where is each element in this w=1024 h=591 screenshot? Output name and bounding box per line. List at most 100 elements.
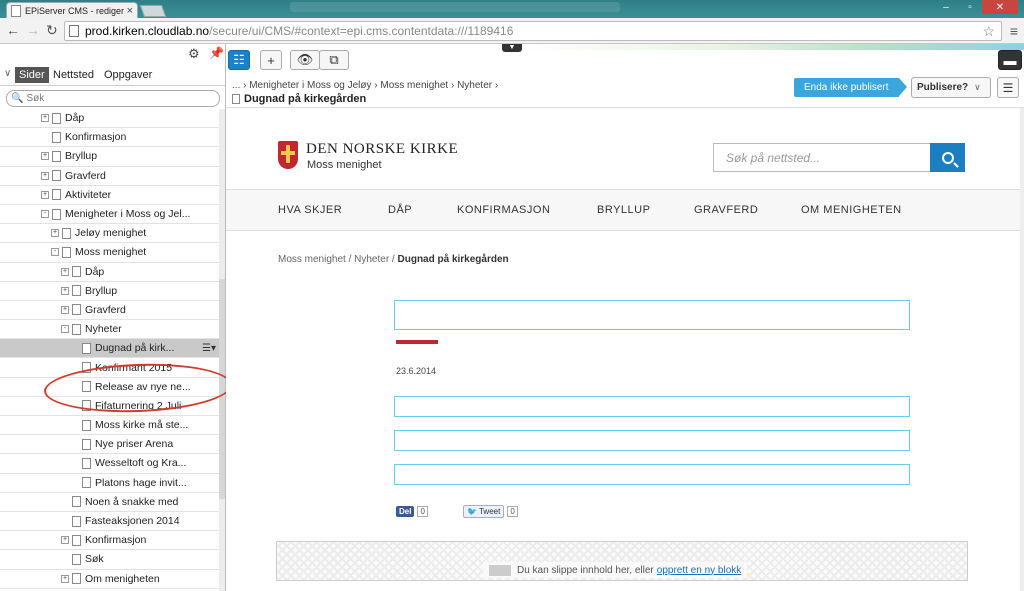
heading-edit-field[interactable]	[394, 300, 910, 330]
minimize-icon[interactable]: –	[934, 0, 958, 14]
collapse-icon[interactable]: -	[41, 210, 49, 219]
facebook-count: 0	[417, 505, 428, 517]
gear-icon[interactable]: ⚙	[188, 46, 200, 62]
nav-bryllup[interactable]: BRYLLUP	[597, 204, 650, 216]
site-breadcrumb-path[interactable]: Moss menighet / Nyheter /	[278, 254, 398, 265]
expand-icon[interactable]: +	[61, 305, 69, 314]
tab-oppgaver[interactable]: Oppgaver	[100, 67, 156, 83]
collapse-chevron-icon[interactable]: ∨	[4, 68, 11, 79]
browser-menu-icon[interactable]: ≡	[1010, 23, 1018, 39]
assets-panel-button[interactable]: ▬	[998, 50, 1022, 70]
expand-icon[interactable]: +	[61, 286, 69, 295]
forward-icon[interactable]: →	[26, 22, 40, 38]
content-dropzone[interactable]: Du kan slippe innhold her, eller opprett…	[276, 541, 968, 581]
publish-button[interactable]: Publisere? ∨	[911, 77, 991, 98]
tree-item[interactable]: + Jeløy menighet	[0, 224, 220, 244]
tree-item[interactable]: - Moss menighet	[0, 243, 220, 263]
nav-gravferd[interactable]: GRAVFERD	[694, 204, 758, 216]
reload-icon[interactable]: ↻	[46, 22, 58, 39]
tree-item[interactable]: + Aktiviteter	[0, 186, 220, 205]
tree-item[interactable]: Dugnad på kirk... ☰▾	[0, 339, 220, 359]
tweet-button[interactable]: 🐦 Tweet	[463, 504, 505, 518]
add-button[interactable]: +	[260, 50, 282, 70]
tree-item[interactable]: Konfirmant 2015	[0, 358, 220, 378]
chevron-down-icon: ∨	[974, 82, 981, 92]
list-view-button[interactable]: ☰	[997, 77, 1019, 98]
browser-tab[interactable]: EPiServer CMS - rediger ×	[6, 2, 138, 19]
context-menu-icon[interactable]: ☰▾	[202, 343, 216, 354]
expand-icon[interactable]: +	[41, 190, 49, 199]
maximize-icon[interactable]: ▫	[958, 0, 982, 14]
tree-item[interactable]: Noen å snakke med	[0, 493, 220, 512]
expand-icon[interactable]: +	[61, 574, 69, 583]
expand-icon[interactable]: +	[51, 229, 59, 238]
tweet-share[interactable]: 🐦 Tweet 0	[463, 504, 518, 518]
global-menu-toggle[interactable]: ▼	[502, 44, 522, 52]
page-icon	[69, 25, 79, 37]
compare-button[interactable]: ⧉	[319, 50, 349, 70]
expand-icon[interactable]: +	[61, 536, 69, 545]
preview-scrollbar[interactable]	[1020, 108, 1024, 591]
collapse-icon[interactable]: -	[61, 325, 69, 334]
tree-scrollbar[interactable]	[219, 109, 225, 591]
tree-item[interactable]: + Bryllup	[0, 282, 220, 301]
page-icon	[82, 400, 91, 412]
scrollbar-thumb[interactable]	[219, 279, 225, 499]
edit-field-2[interactable]	[394, 430, 910, 451]
tree-item[interactable]: - Nyheter	[0, 320, 220, 340]
url-field[interactable]: prod.kirken.cloudlab.no /secure/ui/CMS/#…	[64, 21, 1002, 41]
page-tree-toggle-button[interactable]: ☷	[228, 50, 250, 70]
new-tab-button[interactable]	[139, 5, 167, 17]
preview-eye-button[interactable]: 👁	[290, 50, 320, 70]
collapse-icon[interactable]: -	[51, 248, 59, 257]
site-search-button[interactable]	[930, 143, 965, 172]
church-logo-icon	[278, 141, 298, 169]
nav-dap[interactable]: DÅP	[388, 204, 412, 216]
pin-icon[interactable]: 📌	[209, 46, 224, 60]
expand-icon[interactable]: +	[41, 152, 49, 161]
tree-item[interactable]: + Gravferd	[0, 301, 220, 321]
drag-drop-icon	[489, 564, 511, 576]
create-block-link[interactable]: opprett en ny blokk	[657, 565, 742, 576]
tree-item[interactable]: Konfirmasjon	[0, 128, 220, 148]
edit-field-3[interactable]	[394, 464, 910, 485]
tree-item[interactable]: + Bryllup	[0, 147, 220, 167]
edit-field-1[interactable]	[394, 396, 910, 417]
site-search-input[interactable]: Søk på nettsted...	[713, 143, 931, 172]
back-icon[interactable]: ←	[6, 22, 20, 38]
tree-item[interactable]: + Dåp	[0, 109, 220, 129]
close-window-icon[interactable]: ✕	[982, 0, 1018, 14]
tree-item[interactable]: Wesseltoft og Kra...	[0, 454, 220, 474]
tree-item[interactable]: + Gravferd	[0, 167, 220, 186]
tree-item-label: Bryllup	[85, 284, 118, 297]
tree-item[interactable]: + Om menigheten	[0, 570, 220, 589]
breadcrumb[interactable]: ... › Menigheter i Moss og Jeløy › Moss …	[232, 80, 498, 91]
tree-item[interactable]: + Konfirmasjon	[0, 531, 220, 551]
tree-item[interactable]: Moss kirke må ste...	[0, 416, 220, 436]
nav-om-menigheten[interactable]: OM MENIGHETEN	[801, 204, 902, 216]
tree-item[interactable]: Platons hage invit...	[0, 474, 220, 493]
tree-item-label: Konfirmasjon	[65, 131, 127, 144]
expand-icon[interactable]: +	[41, 114, 49, 123]
tree-item[interactable]: Fasteaksjonen 2014	[0, 512, 220, 532]
tree-item[interactable]: - Menigheter i Moss og Jel...	[0, 205, 220, 225]
page-icon	[82, 381, 91, 393]
tree-item[interactable]: Søk	[0, 550, 220, 570]
bookmark-star-icon[interactable]: ☆	[982, 23, 995, 40]
expand-icon[interactable]: +	[41, 171, 49, 180]
tree-item[interactable]: Fifaturnering 2.Juli	[0, 397, 220, 416]
page-icon	[72, 323, 81, 335]
facebook-share[interactable]: Del 0	[396, 504, 428, 518]
tab-nettsted[interactable]: Nettsted	[49, 67, 98, 83]
page-icon	[82, 477, 91, 489]
close-tab-icon[interactable]: ×	[127, 5, 133, 17]
tree-search-input[interactable]	[26, 93, 217, 104]
expand-icon[interactable]: +	[61, 267, 69, 276]
tab-sider[interactable]: Sider	[15, 67, 49, 83]
nav-hva-skjer[interactable]: HVA SKJER	[278, 204, 342, 216]
tree-item[interactable]: + Dåp	[0, 263, 220, 282]
tree-item[interactable]: Release av nye ne...	[0, 378, 220, 397]
tree-item[interactable]: Nye priser Arena	[0, 435, 220, 455]
nav-konfirmasjon[interactable]: KONFIRMASJON	[457, 204, 550, 216]
facebook-share-button[interactable]: Del	[396, 505, 415, 517]
